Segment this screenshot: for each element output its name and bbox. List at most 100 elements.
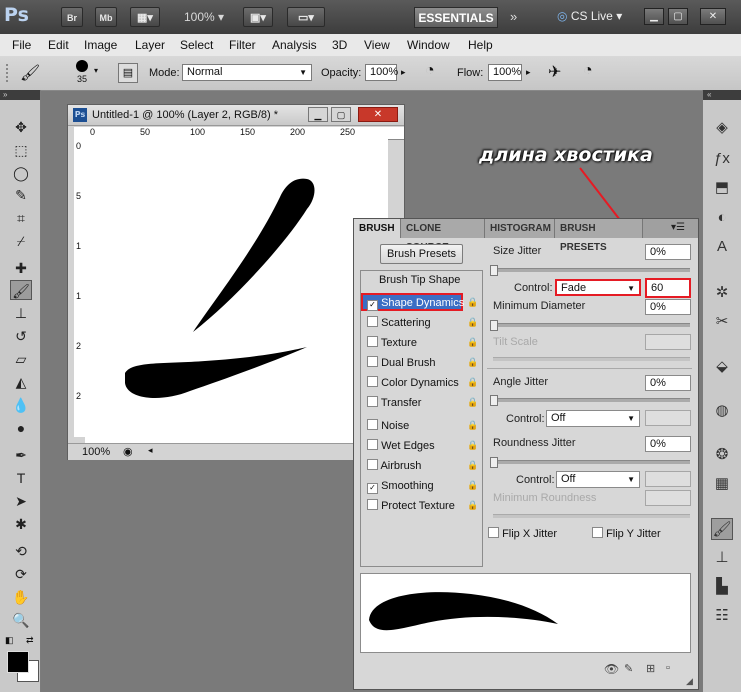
opacity-slider-arrow-icon[interactable]: ▸ [401, 67, 406, 78]
adjustments-panel-icon[interactable]: ◍ [711, 400, 733, 422]
brush-tip-preview-icon[interactable] [76, 60, 88, 72]
workspace-switcher[interactable]: ESSENTIALS [414, 7, 498, 28]
type-tool-icon[interactable]: T [10, 468, 32, 488]
tab-brush[interactable]: BRUSH [354, 219, 401, 238]
status-info-icon[interactable]: ◉ [123, 445, 133, 458]
document-title-bar[interactable]: Ps Untitled-1 @ 100% (Layer 2, RGB/8) * … [68, 105, 404, 126]
brush-tool-preset-icon[interactable]: 🖌 [20, 63, 40, 83]
opacity-input[interactable]: 100% [365, 64, 398, 81]
brush-presets-button[interactable]: Brush Presets [380, 244, 463, 264]
mini-bridge-button[interactable]: Mb [95, 7, 117, 27]
tab-histogram[interactable]: HISTOGRAM [485, 219, 555, 238]
size-jitter-input[interactable]: 0% [645, 244, 691, 260]
swap-colors-icon[interactable]: ⇄ [26, 635, 34, 646]
histogram-panel-icon[interactable]: ▙ [711, 576, 733, 598]
angle-jitter-slider[interactable] [493, 398, 690, 402]
tab-brush-presets[interactable]: BRUSH PRESETS [555, 219, 643, 253]
paint-bucket-tool-icon[interactable]: ◭ [10, 372, 32, 392]
toolbox-collapse-icon[interactable]: » [0, 90, 40, 100]
3d-orbit-tool-icon[interactable]: ⟳ [10, 564, 32, 584]
brush-option-airbrush[interactable]: Airbrush [367, 457, 479, 475]
angle-jitter-input[interactable]: 0% [645, 375, 691, 391]
brush-option-transfer[interactable]: Transfer [367, 394, 479, 412]
lock-icon[interactable]: 🔒 [467, 500, 478, 511]
lock-icon[interactable]: 🔒 [467, 480, 478, 491]
doc-close-button[interactable]: ✕ [358, 107, 398, 122]
eyedropper-tool-icon[interactable]: ⌿ [10, 231, 32, 251]
foreground-color-swatch[interactable] [7, 651, 29, 673]
marquee-tool-icon[interactable]: ⬚ [10, 140, 32, 160]
menu-help[interactable]: Help [468, 38, 493, 52]
lock-icon[interactable]: 🔒 [467, 377, 478, 388]
brush-option-wet-edges[interactable]: Wet Edges [367, 437, 479, 455]
roundness-control-select[interactable]: Off ▼ [556, 471, 640, 488]
crop-tool-icon[interactable]: ⌗ [10, 208, 32, 228]
checkbox[interactable] [367, 419, 378, 430]
layers-panel-icon[interactable]: ◈ [711, 117, 733, 139]
checkbox[interactable] [367, 336, 378, 347]
view-extras-button[interactable]: ▦▾ [130, 7, 160, 27]
brush-presets-panel-icon[interactable]: ☷ [711, 605, 733, 627]
checkbox[interactable] [488, 527, 499, 538]
3d-rotate-tool-icon[interactable]: ⟲ [10, 541, 32, 561]
checkbox[interactable]: ✓ [367, 483, 378, 494]
minimize-button[interactable]: ▁ [644, 8, 664, 25]
menu-edit[interactable]: Edit [48, 38, 69, 52]
brush-option-protect-texture[interactable]: Protect Texture [367, 497, 479, 515]
brush-option-smoothing[interactable]: ✓ Smoothing [367, 477, 479, 495]
history-brush-tool-icon[interactable]: ↺ [10, 326, 32, 346]
menu-file[interactable]: File [12, 38, 31, 52]
fade-steps-input[interactable]: 60 [645, 278, 691, 298]
dodge-tool-icon[interactable]: ● [10, 418, 32, 438]
panel-menu-icon[interactable]: ▾☰ [671, 222, 685, 233]
lasso-tool-icon[interactable]: ◯ [10, 163, 32, 183]
lock-icon[interactable]: 🔒 [467, 337, 478, 348]
brush-tool-icon[interactable]: 🖌 [10, 280, 32, 300]
lock-icon[interactable]: 🔒 [467, 397, 478, 408]
size-jitter-slider[interactable] [493, 268, 690, 272]
create-new-brush-icon[interactable]: ⊞ [646, 662, 655, 675]
pen-tool-icon[interactable]: ✒ [10, 445, 32, 465]
screen-mode-button[interactable]: ▭▾ [287, 7, 325, 27]
flow-slider-arrow-icon[interactable]: ▸ [526, 67, 531, 78]
tool-presets-icon[interactable]: ✂ [711, 311, 733, 333]
character-panel-icon[interactable]: A [711, 236, 733, 258]
clone-source-panel-icon[interactable]: ⊥ [711, 547, 733, 569]
slider-knob[interactable] [490, 395, 498, 406]
actions-panel-icon[interactable]: ƒx [711, 148, 733, 170]
more-workspaces-icon[interactable]: » [510, 9, 517, 24]
flip-x-jitter-option[interactable]: Flip X Jitter [488, 526, 557, 540]
styles-panel-icon[interactable]: ▦ [711, 473, 733, 495]
menu-view[interactable]: View [364, 38, 390, 52]
flow-input[interactable]: 100% [488, 64, 522, 81]
menu-analysis[interactable]: Analysis [272, 38, 317, 52]
dock-collapse-icon[interactable]: « [703, 90, 741, 100]
checkbox[interactable] [592, 527, 603, 538]
brush-tip-shape-item[interactable]: Brush Tip Shape [379, 274, 460, 286]
3d-panel-icon[interactable]: ⬙ [711, 356, 733, 378]
quick-selection-tool-icon[interactable]: ✎ [10, 185, 32, 205]
menu-window[interactable]: Window [407, 38, 450, 52]
checkbox[interactable] [367, 376, 378, 387]
angle-control-select[interactable]: Off ▼ [546, 410, 640, 427]
maximize-button[interactable]: ▢ [668, 8, 688, 25]
brush-option-noise[interactable]: Noise [367, 417, 479, 435]
checkbox[interactable] [367, 499, 378, 510]
masks-panel-icon[interactable]: ◐ [711, 207, 733, 229]
arrange-documents-button[interactable]: ▣▾ [243, 7, 273, 27]
airbrush-icon[interactable]: ✈ [548, 62, 561, 82]
checkbox[interactable] [367, 439, 378, 450]
move-tool-icon[interactable]: ✥ [10, 117, 32, 137]
checkbox[interactable] [367, 356, 378, 367]
checkbox[interactable]: ✓ [367, 300, 378, 311]
menu-image[interactable]: Image [84, 38, 117, 52]
new-brush-icon[interactable]: ▫ [666, 662, 670, 674]
pressure-opacity-icon[interactable]: ◔ [425, 62, 435, 80]
lock-icon[interactable]: 🔒 [467, 440, 478, 451]
zoom-level[interactable]: 100% ▾ [184, 10, 224, 24]
eraser-tool-icon[interactable]: ▱ [10, 349, 32, 369]
hand-tool-icon[interactable]: ✋ [10, 587, 32, 607]
lock-icon[interactable]: 🔒 [467, 420, 478, 431]
slider-knob[interactable] [490, 457, 498, 468]
scroll-left-icon[interactable]: ◂ [148, 445, 153, 456]
